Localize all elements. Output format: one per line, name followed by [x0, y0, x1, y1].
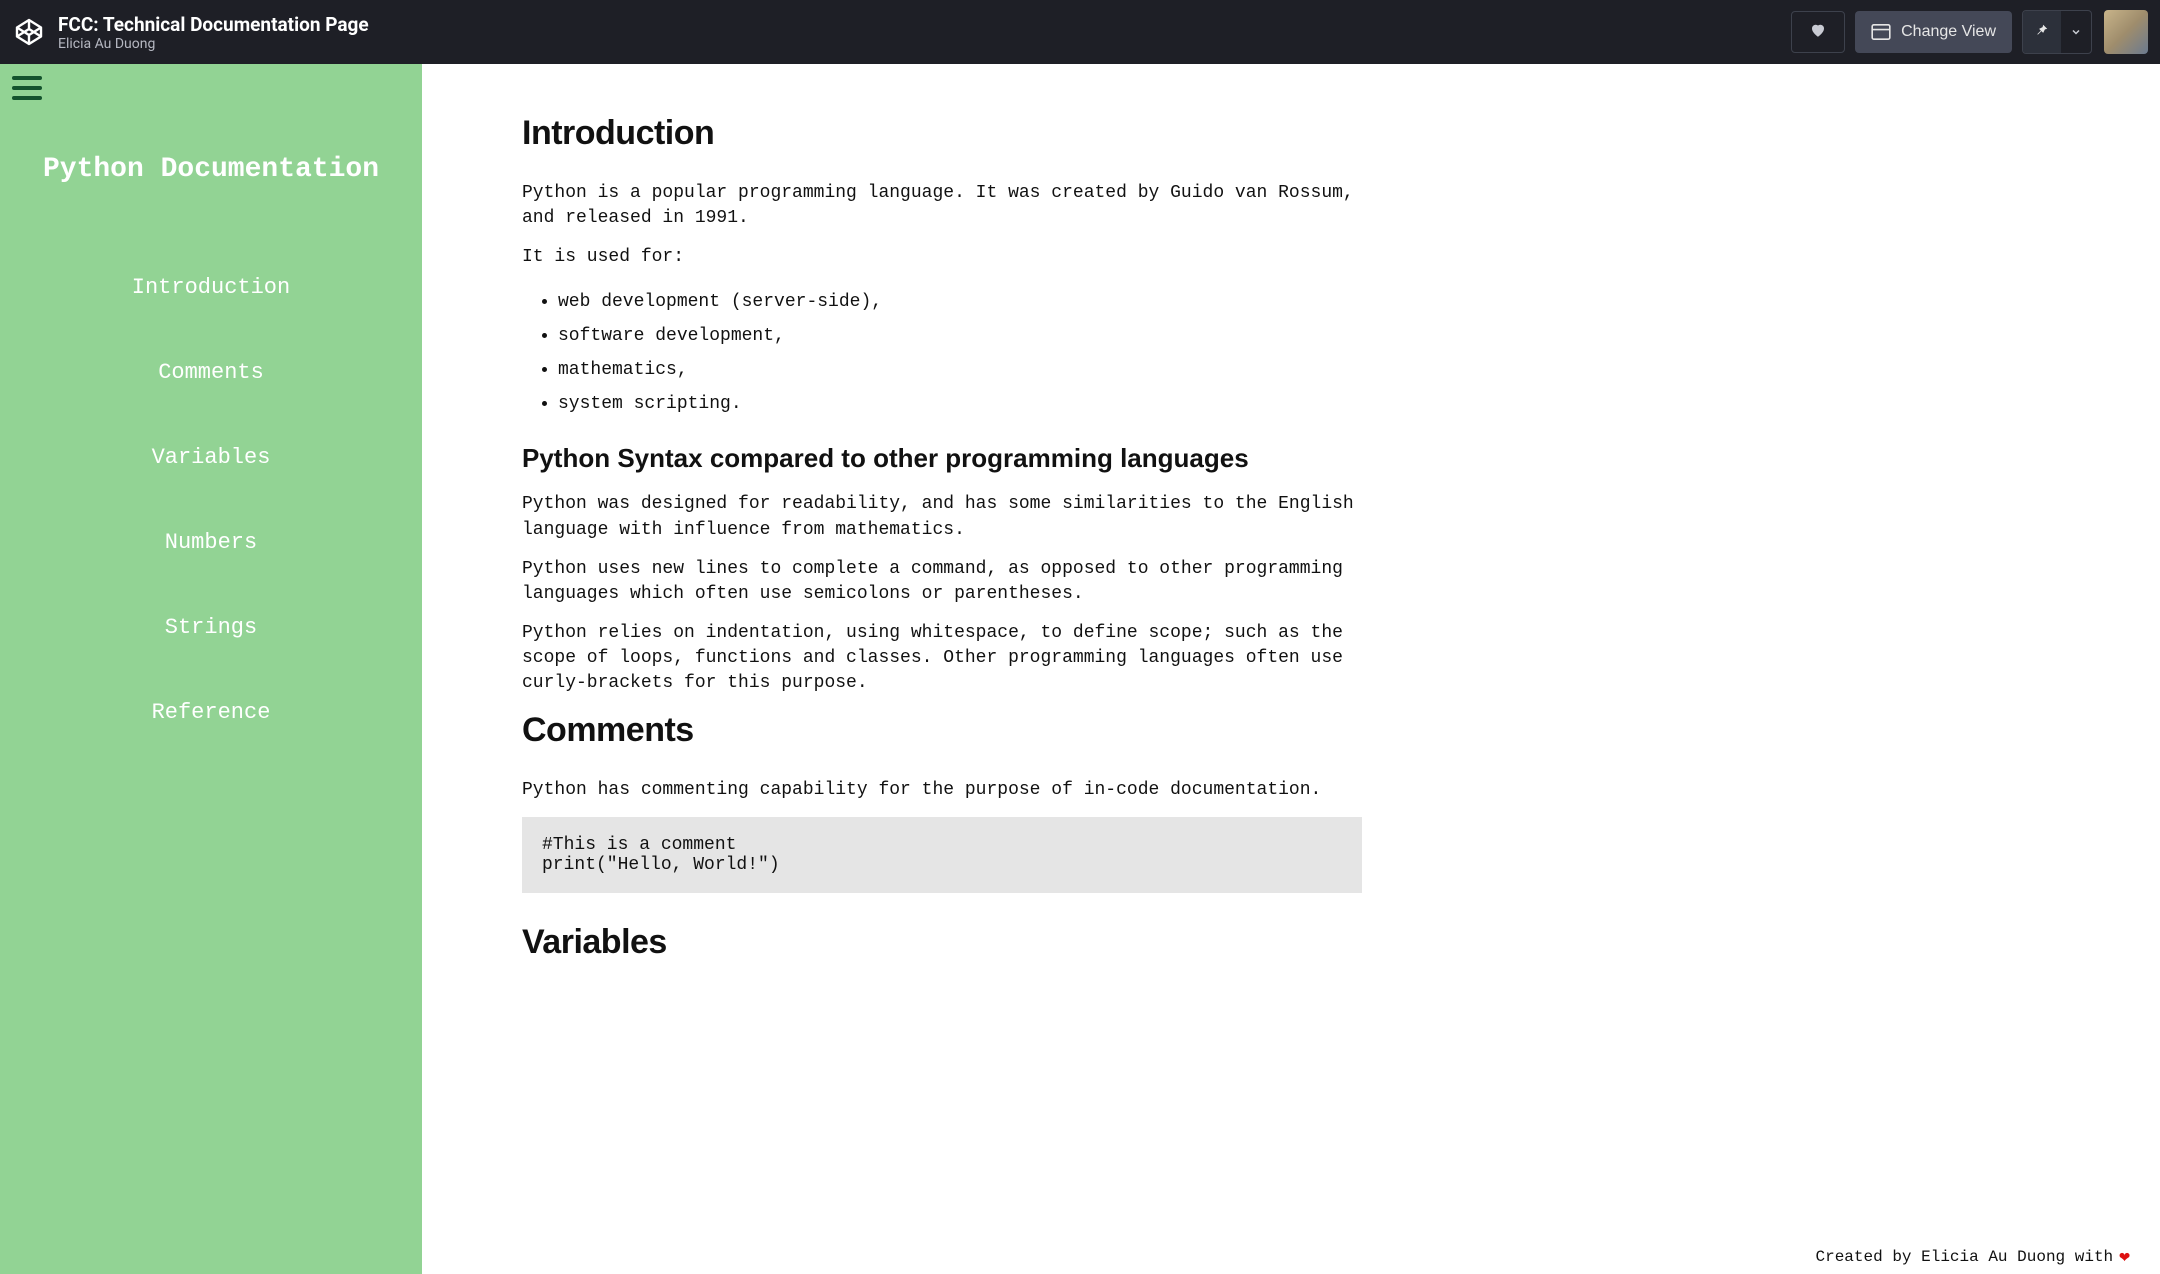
pen-author[interactable]: Elicia Au Duong [58, 36, 369, 52]
pin-dropdown-button[interactable] [2061, 11, 2091, 53]
change-view-button[interactable]: Change View [1855, 11, 2012, 53]
sidebar-item-introduction[interactable]: Introduction [132, 275, 290, 300]
sidebar-item-variables[interactable]: Variables [152, 445, 271, 470]
heart-icon [1808, 21, 1828, 44]
comments-code-block: #This is a comment print("Hello, World!"… [522, 817, 1362, 893]
layout-icon [1871, 24, 1891, 40]
section-heading-comments: Comments [522, 711, 1362, 750]
intro-uses-list: web development (server-side), software … [558, 285, 1362, 422]
pin-button[interactable] [2023, 11, 2061, 53]
main-content-scroll[interactable]: Introduction Python is a popular program… [422, 64, 2160, 1274]
love-button[interactable] [1791, 11, 1845, 53]
change-view-label: Change View [1901, 23, 1996, 41]
chevron-down-icon [2070, 23, 2082, 42]
footer-credit: Created by Elicia Au Duong with ❤ [1816, 1246, 2131, 1268]
sidebar-item-strings[interactable]: Strings [165, 615, 257, 640]
doc-sidebar: Python Documentation Introduction Commen… [0, 64, 422, 1274]
list-item: web development (server-side), [558, 285, 1362, 319]
list-item: mathematics, [558, 353, 1362, 387]
intro-paragraph-2: It is used for: [522, 245, 1362, 270]
codepen-logo-icon[interactable] [12, 15, 46, 49]
section-heading-variables: Variables [522, 923, 1362, 962]
pin-button-group [2022, 10, 2092, 54]
credit-text: Created by Elicia Au Duong with [1816, 1248, 2114, 1266]
intro-paragraph-1: Python is a popular programming language… [522, 181, 1362, 231]
intro-sub-p1: Python was designed for readability, and… [522, 492, 1362, 542]
list-item: software development, [558, 319, 1362, 353]
section-heading-introduction: Introduction [522, 114, 1362, 153]
main-content: Introduction Python is a popular program… [422, 64, 1422, 1070]
sidebar-title: Python Documentation [43, 154, 379, 185]
sidebar-item-numbers[interactable]: Numbers [165, 530, 257, 555]
sidebar-item-comments[interactable]: Comments [158, 360, 264, 385]
intro-sub-heading: Python Syntax compared to other programm… [522, 443, 1362, 474]
pin-icon [2035, 22, 2049, 42]
intro-sub-p3: Python relies on indentation, using whit… [522, 621, 1362, 697]
intro-sub-p2: Python uses new lines to complete a comm… [522, 557, 1362, 607]
list-item: system scripting. [558, 387, 1362, 421]
pen-title: FCC: Technical Documentation Page [58, 13, 369, 36]
sidebar-item-reference[interactable]: Reference [152, 700, 271, 725]
user-avatar[interactable] [2104, 10, 2148, 54]
pen-title-block: FCC: Technical Documentation Page Elicia… [58, 13, 369, 52]
page-body: Python Documentation Introduction Commen… [0, 64, 2160, 1274]
comments-paragraph-1: Python has commenting capability for the… [522, 778, 1362, 803]
codepen-header: FCC: Technical Documentation Page Elicia… [0, 0, 2160, 64]
hamburger-menu-icon[interactable] [12, 76, 42, 100]
heart-icon: ❤ [2119, 1246, 2130, 1268]
